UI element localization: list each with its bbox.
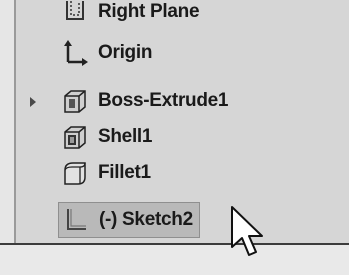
tree-item-label: Boss-Extrude1 — [98, 90, 229, 111]
tree-item-origin[interactable]: Origin — [62, 38, 152, 68]
plane-icon — [62, 0, 88, 25]
rollback-bar-area — [0, 245, 349, 275]
tree-item-label: Origin — [98, 42, 153, 63]
fillet-icon — [62, 160, 88, 186]
tree-item-fillet1[interactable]: Fillet1 — [62, 158, 151, 188]
extrude-icon — [62, 88, 88, 114]
expand-arrow-icon[interactable] — [30, 97, 36, 107]
shell-icon — [62, 124, 88, 150]
tree-item-shell1[interactable]: Shell1 — [62, 122, 152, 152]
feature-manager-tree: Right Plane Origin Boss-Extrude1 Shell1 … — [0, 0, 349, 275]
tree-item-boss-extrude1[interactable]: Boss-Extrude1 — [62, 86, 229, 116]
tree-item-label: (-) Sketch2 — [99, 209, 193, 230]
tree-item-label: Fillet1 — [98, 162, 151, 183]
origin-icon — [62, 40, 88, 66]
tree-item-label: Shell1 — [98, 126, 153, 147]
tree-item-right-plane[interactable]: Right Plane — [62, 0, 200, 27]
mouse-pointer-icon — [231, 206, 263, 256]
sketch-icon — [63, 207, 89, 233]
tree-item-sketch2[interactable]: (-) Sketch2 — [58, 202, 200, 238]
tree-item-label: Right Plane — [98, 1, 200, 22]
